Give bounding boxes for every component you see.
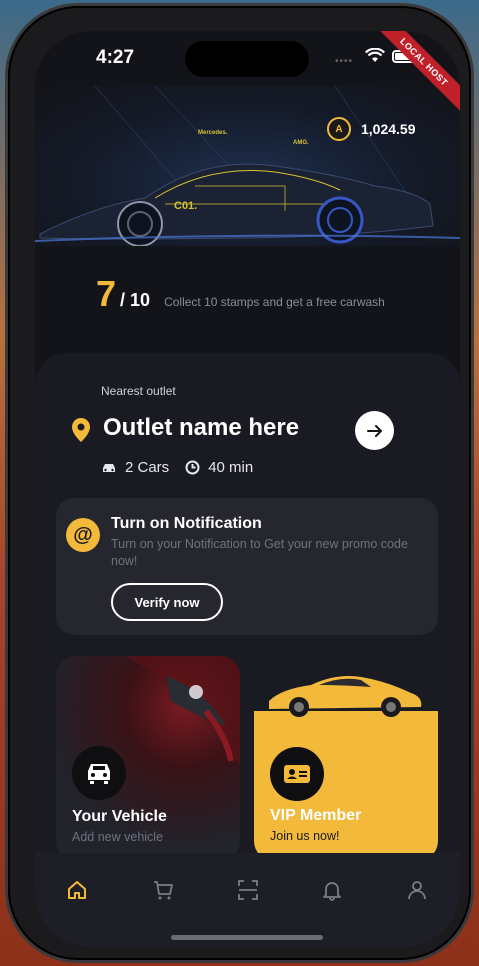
vehicle-icon-badge [72, 746, 126, 800]
points-balance[interactable]: A 1,024.59 [327, 117, 416, 141]
sports-car-image: Mercedes. AMG. C01. [35, 85, 460, 247]
wait-time: 40 min [208, 459, 254, 476]
car-brand-label: Mercedes. [198, 130, 228, 136]
stamp-total: / 10 [120, 290, 151, 310]
nearest-outlet-label: Nearest outlet [101, 384, 176, 398]
phone-frame: 4:27 •••• LOCAL HOST Mercedes. AMG. C01.… [8, 6, 471, 960]
status-bar: 4:27 •••• LOCAL HOST [35, 31, 460, 118]
your-vehicle-title: Your Vehicle [72, 808, 167, 825]
signal-dots-icon: •••• [335, 56, 354, 67]
scan-icon [238, 880, 258, 900]
notification-title: Turn on Notification [111, 515, 262, 532]
id-card-icon [284, 765, 310, 783]
your-vehicle-card[interactable]: Your Vehicle Add new vehicle [56, 656, 240, 861]
nav-scan[interactable] [226, 875, 270, 905]
vip-member-subtitle: Join us now! [270, 829, 340, 843]
stamp-count: 7 [96, 273, 117, 314]
open-outlet-button[interactable] [355, 411, 394, 450]
nav-profile[interactable] [395, 875, 439, 905]
clock-icon [185, 460, 200, 475]
outlet-name[interactable]: Outlet name here [103, 414, 299, 442]
hero-banner: Mercedes. AMG. C01. [35, 85, 460, 247]
bell-icon [323, 882, 341, 901]
notification-card: @ Turn on Notification Turn on your Noti… [56, 498, 438, 635]
at-sign-icon: @ [66, 518, 100, 552]
verify-now-button[interactable]: Verify now [111, 583, 223, 621]
car-badge-label: AMG. [293, 140, 309, 146]
points-value: 1,024.59 [361, 121, 416, 137]
vip-member-card[interactable]: VIP Member Join us now! [254, 711, 438, 861]
bottom-nav [35, 853, 460, 947]
car-code-label: C01. [174, 200, 197, 212]
notification-description: Turn on your Notification to Get your ne… [111, 537, 408, 568]
nav-notifications[interactable] [310, 875, 354, 905]
vip-member-title: VIP Member [270, 807, 362, 824]
location-pin-icon [72, 418, 90, 442]
your-vehicle-subtitle: Add new vehicle [72, 830, 164, 844]
profile-icon [408, 881, 426, 900]
app-screen: 4:27 •••• LOCAL HOST Mercedes. AMG. C01.… [35, 31, 460, 947]
home-icon [68, 881, 86, 899]
home-indicator[interactable] [171, 935, 323, 940]
dynamic-island [185, 41, 309, 77]
stamp-progress: 7 / 10 Collect 10 stamps and get a free … [96, 273, 385, 315]
wifi-icon [365, 48, 385, 62]
vip-icon-badge [270, 747, 324, 801]
arrow-right-icon [366, 424, 382, 437]
nav-home[interactable] [55, 875, 99, 905]
stamp-description: Collect 10 stamps and get a free carwash [164, 295, 385, 309]
nav-cart[interactable] [141, 875, 185, 905]
clock: 4:27 [96, 47, 135, 68]
car-count: 2 Cars [125, 459, 170, 476]
coin-icon: A [327, 117, 351, 141]
yellow-sports-car-image [269, 676, 422, 717]
cart-icon [154, 881, 173, 900]
car-front-icon [88, 764, 110, 784]
outlet-meta: 2 Cars 40 min [101, 459, 253, 476]
car-icon [103, 463, 115, 472]
